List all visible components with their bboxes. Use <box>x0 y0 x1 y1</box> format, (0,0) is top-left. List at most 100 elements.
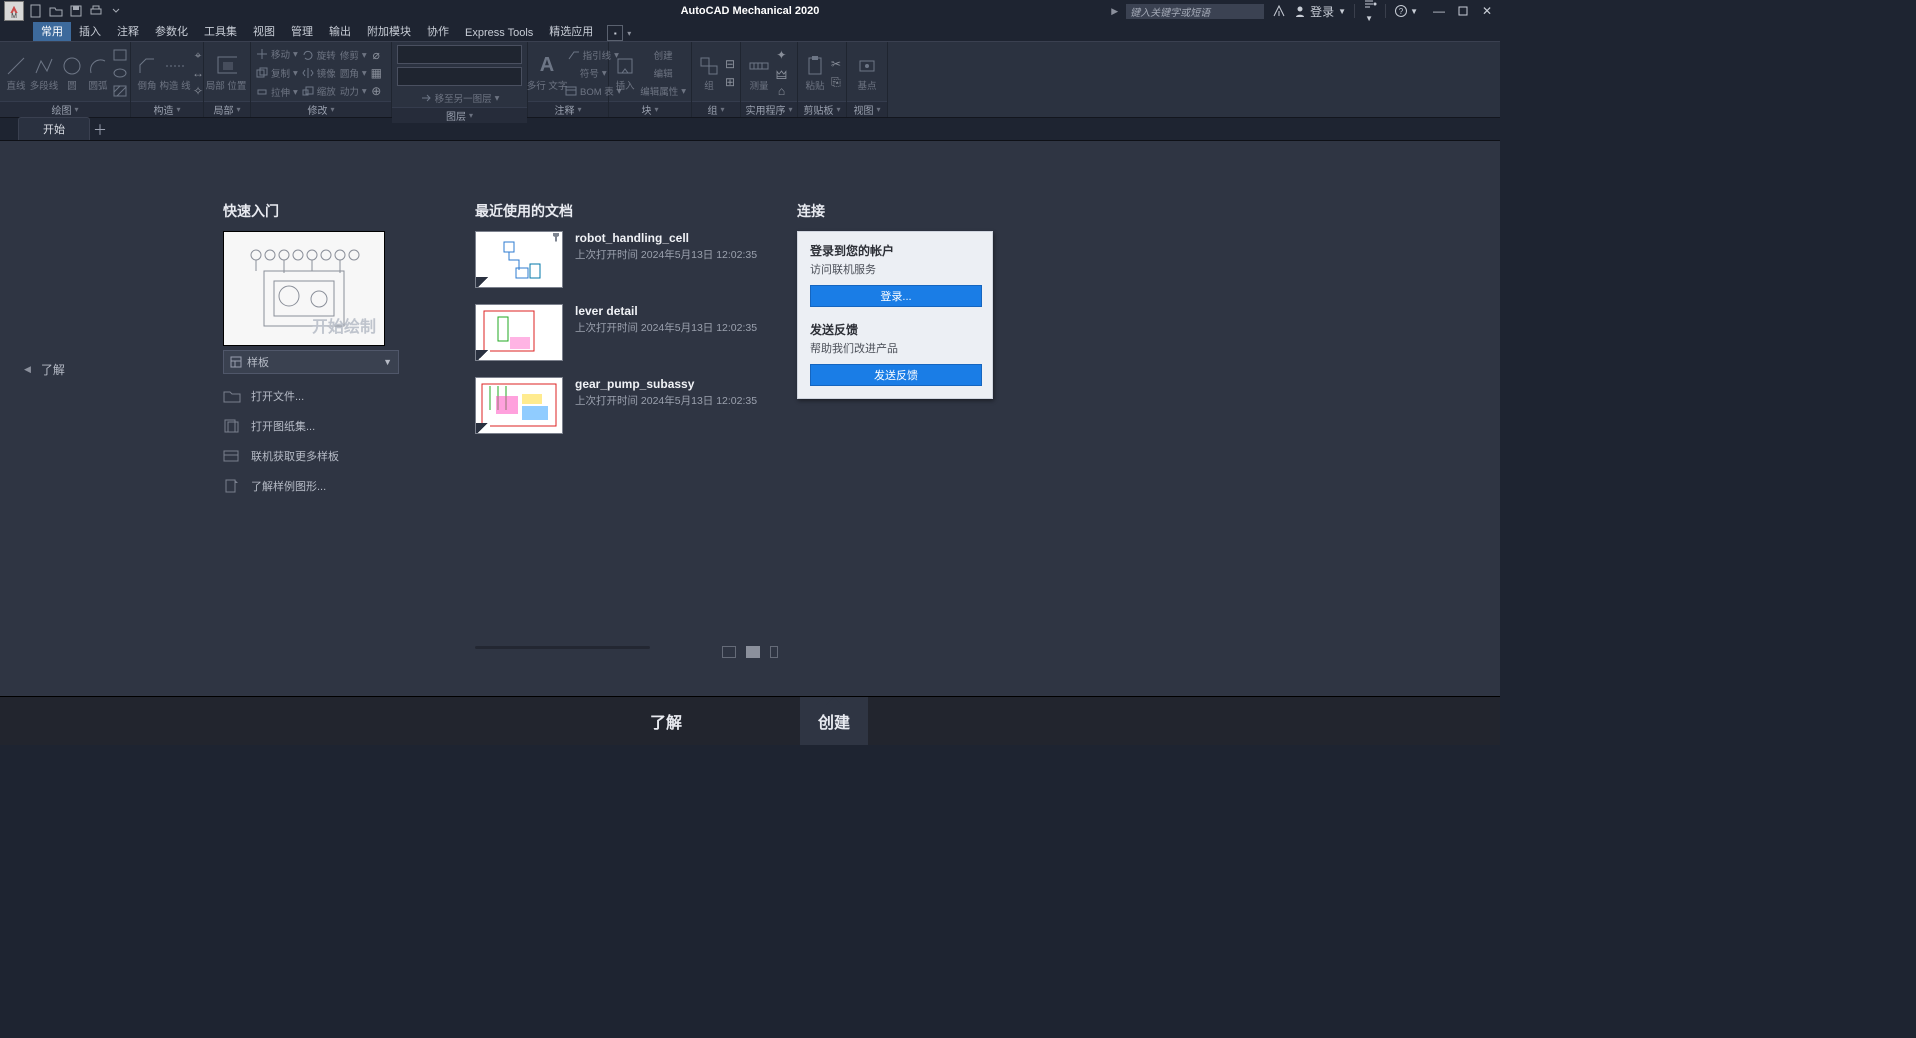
tool-circle[interactable]: 圆 <box>61 55 83 92</box>
tool-group2[interactable]: ⊞ <box>725 73 735 91</box>
panel-view: 基点 视图▾ <box>847 42 888 117</box>
tool-detail[interactable]: 局部 位置 <box>209 55 243 92</box>
search-arrow-icon[interactable]: ▶ <box>1111 6 1118 17</box>
tool-chamfer[interactable]: 倒角 <box>136 55 158 92</box>
tool-util2[interactable]: 🜲 <box>776 64 787 82</box>
view-compact-icon[interactable] <box>770 646 778 658</box>
tool-stretch[interactable]: 拉伸▾ <box>256 83 298 101</box>
panel-modify-label: 修改 <box>307 102 327 117</box>
new-tab-button[interactable]: ＋ <box>89 120 111 140</box>
ribbon-tab-parametric[interactable]: 参数化 <box>147 21 196 41</box>
tool-basepoint[interactable]: 基点 <box>852 55 882 92</box>
tool-centerline[interactable]: ⌖ <box>192 46 204 64</box>
help-search-input[interactable]: 键入关键字或短语 <box>1126 4 1264 19</box>
tool-measure[interactable]: 测量 <box>746 55 772 92</box>
open-file-link[interactable]: 打开文件... <box>223 388 423 404</box>
learn-side-link[interactable]: ◀ 了解 <box>24 361 65 378</box>
tool-mirror[interactable]: 镜像 <box>302 64 336 82</box>
tool-copy[interactable]: 复制▾ <box>256 64 298 82</box>
tool-mtext[interactable]: A多行 文字 <box>533 55 561 92</box>
ribbon-tab-collab[interactable]: 协作 <box>419 21 457 41</box>
open-sheetset-link[interactable]: 打开图纸集... <box>223 418 423 434</box>
minimize-button[interactable]: — <box>1432 4 1446 18</box>
tool-modx3[interactable]: ⊕ <box>371 82 382 100</box>
view-list-icon[interactable] <box>746 646 760 658</box>
qat-dropdown-icon[interactable] <box>108 3 124 19</box>
print-icon[interactable] <box>88 3 104 19</box>
start-page: ◀ 了解 快速入门 开始绘制 样板 ▼ 打开文件... 打开图纸集... 联机获… <box>0 141 1500 745</box>
layer-dropdown[interactable] <box>397 45 522 64</box>
user-icon[interactable]: 登录 ▼ <box>1294 3 1346 20</box>
tool-scale[interactable]: 缩放 <box>302 82 336 100</box>
app-menu-button[interactable]: M <box>4 1 24 21</box>
start-drawing-hint: 开始绘制 <box>312 313 376 337</box>
tool-fillet[interactable]: 圆角▾ <box>340 64 367 82</box>
panel-group-label: 组 <box>707 102 717 117</box>
ribbon-tab-express[interactable]: Express Tools <box>457 25 541 41</box>
start-drawing-tile[interactable]: 开始绘制 <box>223 231 385 346</box>
recent-name-2: gear_pump_subassy <box>575 377 757 391</box>
pin-icon[interactable] <box>549 231 563 243</box>
tool-move-layer[interactable]: 移至另一图层▾ <box>397 89 522 107</box>
tool-trim[interactable]: 修剪▾ <box>340 46 367 64</box>
infocenter-icon[interactable] <box>1272 4 1286 18</box>
tool-paste[interactable]: 粘贴 <box>803 55 827 92</box>
tool-cline2[interactable]: ↔ <box>192 64 204 82</box>
panel-block-label: 块 <box>641 102 651 117</box>
sample-drawings-link[interactable]: 了解样例图形... <box>223 478 423 494</box>
ribbon-tab-addons[interactable]: 附加模块 <box>359 21 419 41</box>
login-button[interactable]: 登录... <box>810 285 982 307</box>
close-button[interactable]: ✕ <box>1480 4 1494 18</box>
tool-ungroup[interactable]: ⊟ <box>725 55 735 73</box>
online-templates-link[interactable]: 联机获取更多样板 <box>223 448 423 464</box>
footer-tab-create[interactable]: 创建 <box>800 697 868 745</box>
tool-cline3[interactable]: ✧ <box>192 82 204 100</box>
file-tab-start[interactable]: 开始 <box>18 117 90 140</box>
layer-dropdown2[interactable] <box>397 67 522 86</box>
ribbon-tab-annotate[interactable]: 注释 <box>109 21 147 41</box>
feedback-heading: 发送反馈 <box>810 321 980 338</box>
open-icon[interactable] <box>48 3 64 19</box>
tool-arc[interactable]: 圆弧 <box>87 55 109 92</box>
ribbon-tab-view[interactable]: 视图 <box>245 21 283 41</box>
maximize-button[interactable] <box>1456 4 1470 18</box>
ribbon-tab-toolset[interactable]: 工具集 <box>196 21 245 41</box>
tool-constr-line[interactable]: 构造 线 <box>162 55 188 92</box>
footer-tab-learn[interactable]: 了解 <box>632 697 700 745</box>
tool-line[interactable]: 直线 <box>5 55 27 92</box>
feedback-button[interactable]: 发送反馈 <box>810 364 982 386</box>
panel-annotate: A多行 文字 指引线▾ 符号▾ BOM 表▾ 注释▾ <box>528 42 609 117</box>
tool-modx1[interactable]: ⌀ <box>371 46 382 64</box>
tool-rect[interactable] <box>113 46 127 64</box>
tool-block-create[interactable]: 创建 <box>640 46 686 64</box>
tool-ellipse[interactable] <box>113 64 127 82</box>
ribbon-tab-featured[interactable]: 精选应用 <box>541 21 601 41</box>
tool-hatch[interactable] <box>113 82 127 100</box>
tool-group[interactable]: 组 <box>697 55 721 92</box>
new-icon[interactable] <box>28 3 44 19</box>
tool-polyline[interactable]: 多段线 <box>31 55 57 92</box>
start-footer: 了解 创建 <box>0 696 1500 745</box>
tool-rotate[interactable]: 旋转 <box>302 46 336 64</box>
login-sub: 访问联机服务 <box>810 261 980 277</box>
tool-move[interactable]: 移动▾ <box>256 45 298 63</box>
ribbon-tab-home[interactable]: 常用 <box>33 21 71 41</box>
view-grid-icon[interactable] <box>722 646 736 658</box>
tool-util3[interactable]: ⌂ <box>776 82 787 100</box>
save-icon[interactable] <box>68 3 84 19</box>
help-icon[interactable]: ?▼ <box>1394 4 1418 18</box>
tool-block-edit[interactable]: 编辑 <box>640 64 686 82</box>
ribbon-tab-insert[interactable]: 插入 <box>71 21 109 41</box>
quick-access-toolbar: M <box>0 1 124 21</box>
tool-block-attr[interactable]: 编辑属性▾ <box>640 82 686 100</box>
ribbon-tab-output[interactable]: 输出 <box>321 21 359 41</box>
tool-array[interactable]: ▦ <box>371 64 382 82</box>
ribbon-tab-manage[interactable]: 管理 <box>283 21 321 41</box>
tool-power[interactable]: 动力▾ <box>340 82 367 100</box>
ribbon-overflow-icon[interactable]: ▪ <box>607 25 623 41</box>
tool-copyclip[interactable]: ⎘ <box>831 73 841 91</box>
exchange-icon[interactable]: ▼ <box>1363 0 1377 24</box>
template-dropdown[interactable]: 样板 ▼ <box>223 350 399 374</box>
tool-cut[interactable]: ✂ <box>831 55 841 73</box>
tool-insert-block[interactable]: 插入 <box>614 55 636 92</box>
